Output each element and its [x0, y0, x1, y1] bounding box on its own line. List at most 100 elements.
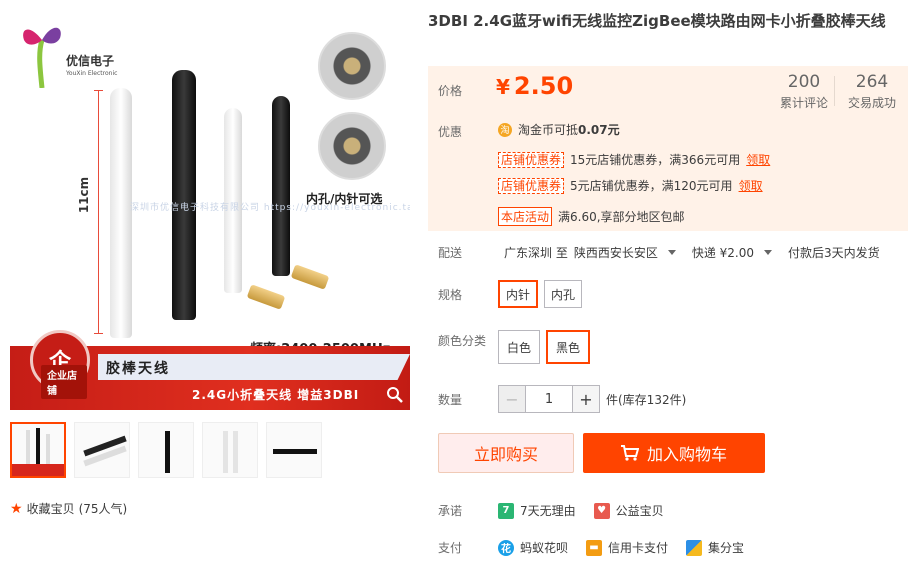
thumbnail-1[interactable]: [10, 422, 66, 478]
payment-label: 支付: [438, 541, 463, 555]
payment-huabei[interactable]: 花 蚂蚁花呗: [498, 539, 568, 556]
coupon-tag: 店铺优惠券: [498, 177, 565, 194]
shipping-label: 配送: [438, 246, 463, 260]
shop-logo: 优信电子 YouXin Electronic: [18, 18, 128, 89]
stock-text: 件(库存132件): [606, 392, 687, 407]
coupon-get-link[interactable]: 领取: [739, 177, 763, 194]
spec-option-inner-pin[interactable]: 内针: [498, 280, 539, 308]
coupon-text: 5元店铺优惠券，满120元可用: [570, 179, 733, 193]
logo-text: 优信电子: [66, 54, 115, 68]
add-to-cart-button[interactable]: 加入购物车: [583, 433, 765, 473]
product-title: 3DBI 2.4G蓝牙wifi无线监控ZigBee模块路由网卡小折叠胶棒天线: [428, 12, 886, 30]
star-icon: ★: [10, 500, 23, 517]
shop-event-text: 满6.60,享部分地区包邮: [558, 210, 685, 224]
quantity-increase-button[interactable]: +: [573, 386, 599, 412]
coin-text: 淘金币可抵0.07元: [518, 123, 620, 137]
review-stat[interactable]: 200 累计评论: [780, 72, 828, 111]
ship-to-select[interactable]: 陕西西安长安区: [574, 244, 686, 261]
promo-banner: 胶棒天线 2.4G小折叠天线 增益3DBI 企 企业店铺: [10, 330, 410, 410]
quantity-stepper: − 1 +: [498, 385, 600, 413]
enterprise-shop-badge: 企 企业店铺: [30, 330, 90, 399]
sales-caption: 交易成功: [848, 96, 897, 110]
connector-gold-1: [246, 284, 286, 310]
banner-subtitle: 2.4G小折叠天线 增益3DBI: [192, 388, 360, 402]
banner-title: 胶棒天线: [106, 361, 170, 377]
antenna-black-1: [172, 70, 196, 320]
color-option-black[interactable]: 黑色: [546, 330, 591, 364]
charity-item[interactable]: ♥ 公益宝贝: [593, 502, 664, 519]
youxin-logo-icon: [23, 27, 61, 89]
favorite-button[interactable]: ★ 收藏宝贝 (75人气): [10, 500, 127, 517]
dimension-label: 11cm: [77, 176, 92, 214]
antenna-black-2: [272, 96, 290, 276]
badge-label: 企业店铺: [41, 365, 87, 399]
spec-label: 规格: [438, 288, 463, 302]
dimension-line: [94, 90, 103, 334]
payment-credit-card[interactable]: ▬ 信用卡支付: [586, 539, 668, 556]
payment-jifenbao[interactable]: 集分宝: [686, 539, 744, 556]
ship-method-select[interactable]: 快递 ¥2.00: [692, 244, 782, 261]
chevron-down-icon: [764, 250, 773, 255]
coupon-line-2: 店铺优惠券 5元店铺优惠券，满120元可用 领取: [498, 177, 763, 194]
review-count: 200: [787, 72, 821, 92]
spec-option-inner-hole[interactable]: 内孔: [544, 280, 583, 308]
watermark: 深圳市优信电子科技有限公司 https://youxin-electronic.…: [130, 203, 410, 213]
cart-icon: [620, 445, 639, 461]
thumbnail-2[interactable]: [74, 422, 130, 478]
stat-divider: [834, 76, 835, 106]
spec-row: 规格 内针 内孔: [438, 280, 588, 308]
shop-event-line: 本店活动 满6.60,享部分地区包邮: [498, 207, 685, 226]
price-value: ¥2.50: [496, 72, 573, 100]
credit-card-icon: ▬: [586, 539, 603, 556]
main-product-image[interactable]: 优信电子 YouXin Electronic 11cm 内孔/内针可选 深圳市优…: [10, 8, 410, 410]
sales-stat: 264 交易成功: [848, 72, 896, 111]
taojinbi-line: 淘 淘金币可抵0.07元: [498, 121, 620, 138]
connector-gold-2: [290, 264, 330, 290]
coupon-get-link[interactable]: 领取: [746, 151, 770, 168]
price-panel: 价格 ¥2.50 200 累计评论 264 交易成功 优惠 淘 淘金币可抵0.0…: [428, 66, 908, 231]
thumbnail-4[interactable]: [202, 422, 258, 478]
quantity-label: 数量: [438, 392, 463, 407]
color-option-white[interactable]: 白色: [498, 330, 541, 364]
coupon-text: 15元店铺优惠券，满366元可用: [570, 153, 741, 167]
buy-now-button[interactable]: 立即购买: [438, 433, 574, 473]
promise-row: 承诺 7 7天无理由 ♥ 公益宝贝: [438, 502, 682, 519]
sales-count: 264: [855, 72, 889, 92]
cart-label: 加入购物车: [646, 445, 727, 464]
price-amount: 2.50: [513, 72, 574, 100]
currency-symbol: ¥: [496, 75, 510, 99]
connector-closeup-male: [318, 112, 386, 180]
thumbnail-5[interactable]: [266, 422, 322, 478]
logo-subtext: YouXin Electronic: [66, 70, 118, 77]
connector-closeup-female: [318, 32, 386, 100]
antenna-white-1: [110, 88, 132, 338]
quantity-decrease-button[interactable]: −: [499, 386, 525, 412]
favorite-count: (75人气): [78, 502, 128, 516]
taojinbi-icon: 淘: [498, 122, 512, 137]
jifenbao-icon: [686, 539, 703, 556]
seven-day-return[interactable]: 7 7天无理由: [498, 502, 576, 519]
review-caption: 累计评论: [780, 96, 829, 110]
promo-label: 优惠: [438, 125, 463, 139]
chevron-down-icon: [667, 250, 676, 255]
shipping-row: 配送 广东深圳 至 陕西西安长安区 快递 ¥2.00 付款后3天内发货: [438, 244, 886, 261]
shop-event-tag: 本店活动: [498, 207, 553, 226]
ship-from: 广东深圳 至: [504, 246, 568, 260]
coupon-line-1: 店铺优惠券 15元店铺优惠券，满366元可用 领取: [498, 151, 770, 168]
color-row: 颜色分类 白色 黑色: [438, 330, 596, 364]
color-label: 颜色分类: [438, 334, 487, 348]
quantity-input[interactable]: 1: [525, 386, 573, 412]
charity-icon: ♥: [593, 502, 610, 519]
huabei-icon: 花: [498, 539, 514, 556]
coupon-tag: 店铺优惠券: [498, 151, 565, 168]
quantity-row: 数量 − 1 + 件(库存132件): [438, 385, 686, 413]
thumbnail-strip: [10, 422, 322, 478]
favorite-label: 收藏宝贝: [26, 502, 75, 516]
price-label: 价格: [438, 84, 463, 98]
payment-row: 支付 花 蚂蚁花呗 ▬ 信用卡支付 集分宝: [438, 539, 762, 556]
seven-day-return-icon: 7: [498, 502, 514, 519]
zoom-icon[interactable]: [386, 386, 404, 404]
thumbnail-3[interactable]: [138, 422, 194, 478]
promise-label: 承诺: [438, 504, 463, 518]
ship-note: 付款后3天内发货: [788, 246, 880, 260]
